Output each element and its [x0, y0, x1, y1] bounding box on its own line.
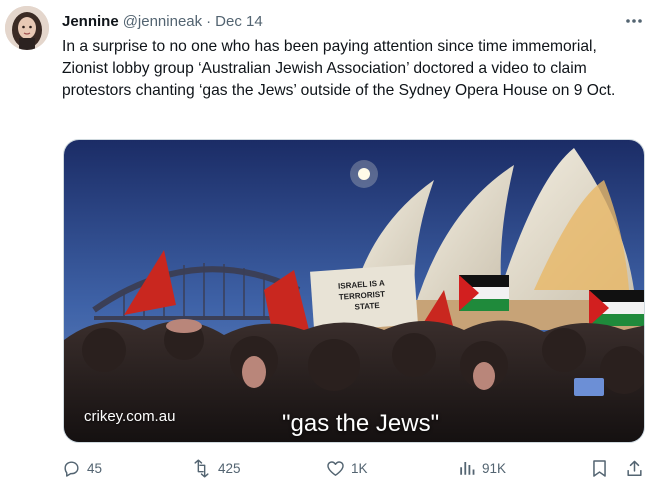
video-thumbnail: ISRAEL IS A TERRORIST STATE — [64, 140, 644, 442]
reply-count: 45 — [87, 460, 103, 476]
more-dots-icon — [626, 19, 642, 23]
reply-button[interactable]: 45 — [62, 456, 102, 480]
bookmark-icon — [593, 459, 606, 477]
repost-icon — [194, 458, 209, 478]
tweet-text: In a surprise to no one who has been pay… — [62, 38, 616, 99]
views-icon — [460, 462, 475, 475]
tweet-actions: 45 425 1K 91K — [62, 456, 652, 480]
repost-button[interactable]: 425 — [191, 456, 241, 480]
bookmark-button[interactable] — [591, 456, 614, 480]
tweet-header: Jennine @jennineak · Dec 14 — [62, 10, 263, 32]
author-name[interactable]: Jennine — [62, 13, 119, 30]
views-count: 91K — [482, 460, 507, 476]
separator-dot: · — [206, 12, 212, 30]
share-button[interactable] — [625, 456, 650, 480]
share-icon — [627, 460, 642, 476]
tweet-media[interactable]: ISRAEL IS A TERRORIST STATE crikey.com.a… — [63, 139, 645, 443]
video-caption: "gas the Jews" — [282, 410, 440, 437]
svg-text:STATE: STATE — [354, 301, 380, 312]
like-count: 1K — [351, 460, 368, 476]
media-source-label: crikey.com.au — [84, 408, 176, 425]
avatar-image — [5, 6, 49, 50]
heart-icon — [327, 460, 344, 476]
tweet-date[interactable]: Dec 14 — [215, 13, 263, 30]
reply-icon — [64, 460, 79, 477]
views-button[interactable]: 91K — [458, 456, 506, 480]
avatar[interactable] — [5, 6, 49, 50]
more-options-button[interactable] — [620, 10, 648, 32]
author-handle[interactable]: @jennineak — [123, 13, 202, 30]
repost-count: 425 — [218, 460, 241, 476]
like-button[interactable]: 1K — [326, 456, 368, 480]
